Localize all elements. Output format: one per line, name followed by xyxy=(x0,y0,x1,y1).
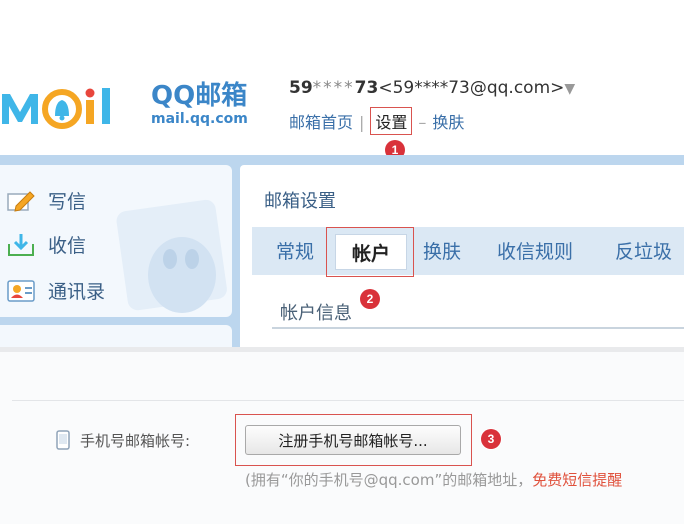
tab-general[interactable]: 常规 xyxy=(276,237,314,264)
tab-anti-spam[interactable]: 反垃圾 xyxy=(615,237,672,264)
contacts-icon xyxy=(6,278,36,304)
settings-title: 邮箱设置 xyxy=(264,191,336,212)
mailbox-home-link[interactable]: 邮箱首页 xyxy=(289,113,353,132)
logo[interactable]: QQ邮箱 mail.qq.com xyxy=(0,72,248,136)
settings-tabs: 常规 帐户 换肤 收信规则 反垃圾 xyxy=(252,227,684,277)
register-button-highlight: 注册手机号邮箱帐号... xyxy=(235,414,472,466)
hint-text: (拥有“你的手机号@qq.com”的邮箱地址， xyxy=(245,471,533,489)
user-account-line[interactable]: 59****73<59****73@qq.com>▼ xyxy=(289,78,575,98)
free-sms-reminder-link[interactable]: 免费短信提醒 xyxy=(532,471,622,489)
account-info-heading: 帐户信息 xyxy=(280,303,352,324)
sidebar-lower-panel xyxy=(0,325,232,347)
settings-link[interactable]: 设置 xyxy=(370,107,413,135)
phone-account-label: 手机号邮箱帐号: xyxy=(80,432,191,450)
register-phone-account-button[interactable]: 注册手机号邮箱帐号... xyxy=(245,425,461,455)
step-badge-2: 2 xyxy=(360,289,380,309)
sidebar-item-label: 通讯录 xyxy=(48,281,106,303)
mail-logo-mark xyxy=(0,72,145,136)
header-nav: 邮箱首页 | 设置 – 换肤 xyxy=(289,107,464,135)
lower-divider xyxy=(12,400,684,401)
sidebar-item-inbox[interactable]: 收信 xyxy=(6,231,86,258)
sidebar-item-label: 收信 xyxy=(48,235,87,257)
tab-account[interactable]: 帐户 xyxy=(335,234,407,270)
settings-panel: 邮箱设置 常规 帐户 换肤 收信规则 反垃圾 帐户信息 2 xyxy=(240,165,684,347)
mail-logo-icon xyxy=(2,88,110,129)
tab-skin[interactable]: 换肤 xyxy=(423,237,461,264)
sidebar-item-compose[interactable]: 写信 xyxy=(6,187,86,214)
nav-dash: – xyxy=(418,113,427,132)
nav-separator: | xyxy=(359,113,365,132)
tab-account-highlight: 帐户 xyxy=(326,227,414,277)
top-header: QQ邮箱 mail.qq.com 59****73<59****73@qq.co… xyxy=(0,0,684,160)
logo-text: QQ邮箱 mail.qq.com xyxy=(151,81,248,127)
user-mask: **** xyxy=(312,78,355,98)
penguin-watermark-icon xyxy=(116,199,227,313)
step-badge-3: 3 xyxy=(481,429,501,449)
user-prefix: 59 xyxy=(289,78,313,98)
mobile-phone-icon xyxy=(56,430,70,450)
sidebar-item-contacts[interactable]: 通讯录 xyxy=(6,277,105,304)
account-dropdown-icon[interactable]: ▼ xyxy=(564,81,575,97)
compose-icon xyxy=(6,188,36,214)
phone-account-hint: (拥有“你的手机号@qq.com”的邮箱地址，免费短信提醒 xyxy=(245,469,622,490)
sidebar: 写信 收信 通讯录 xyxy=(0,165,232,317)
skin-link[interactable]: 换肤 xyxy=(432,113,464,132)
logo-qq-text: QQ邮箱 xyxy=(151,81,248,111)
user-suffix: 73 xyxy=(354,78,379,98)
email-address: <59****73@qq.com> xyxy=(378,78,565,98)
sidebar-item-label: 写信 xyxy=(48,191,87,213)
tab-mail-rules[interactable]: 收信规则 xyxy=(497,237,573,264)
logo-url-text: mail.qq.com xyxy=(151,111,248,127)
inbox-icon xyxy=(6,232,36,258)
section-divider xyxy=(272,327,684,329)
